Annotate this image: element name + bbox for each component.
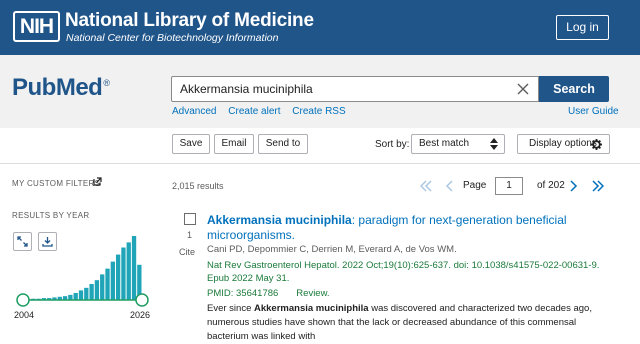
custom-filters-label[interactable]: MY CUSTOM FILTERS	[12, 179, 100, 188]
year-bar[interactable]	[115, 254, 121, 300]
result-pmid-line: PMID: 35641786 Review.	[207, 288, 330, 299]
sort-by-label: Sort by:	[375, 139, 410, 150]
result-title-link[interactable]: Akkermansia muciniphila: paradigm for ne…	[207, 213, 607, 243]
result-checkbox[interactable]	[184, 213, 196, 225]
search-band: PubMed® Search Advanced Create alert Cre…	[0, 55, 640, 128]
year-bar[interactable]	[105, 268, 110, 300]
display-options-label: Display options	[529, 138, 597, 149]
last-page-icon[interactable]	[592, 180, 604, 192]
year-bar[interactable]	[84, 287, 89, 300]
divider	[0, 163, 640, 164]
external-link-icon[interactable]	[93, 177, 102, 186]
snippet-highlight: Akkermansia muciniphila	[254, 303, 369, 314]
page-total: of 202	[537, 180, 565, 191]
login-button[interactable]: Log in	[556, 15, 609, 40]
ncbi-subtitle: National Center for Biotechnology Inform…	[66, 32, 279, 44]
result-snippet: Ever since Akkermansia muciniphila was d…	[207, 302, 617, 344]
result-authors: Cani PD, Depommier C, Derrien M, Everard…	[207, 244, 457, 255]
results-by-year-chart[interactable]	[12, 228, 152, 310]
next-page-icon[interactable]	[569, 180, 578, 192]
sort-arrows-icon	[490, 138, 498, 150]
year-bar[interactable]	[121, 247, 126, 300]
search-box	[171, 76, 539, 102]
nih-header: NIH National Library of Medicine Nationa…	[0, 0, 640, 55]
first-page-icon[interactable]	[420, 180, 432, 192]
year-bar[interactable]	[78, 290, 84, 300]
send-to-button[interactable]: Send to	[258, 134, 308, 154]
year-bar[interactable]	[73, 292, 78, 300]
year-start-label: 2004	[14, 310, 35, 320]
year-end-label: 2026	[130, 310, 151, 320]
page-number-input[interactable]: 1	[495, 177, 523, 195]
publication-type: Review.	[296, 288, 330, 299]
create-alert-link[interactable]: Create alert	[228, 106, 280, 117]
result-title-highlight: Akkermansia muciniphila	[207, 213, 352, 227]
year-bar[interactable]	[68, 294, 73, 300]
clear-icon[interactable]	[516, 82, 530, 96]
pubmed-logo[interactable]: PubMed®	[12, 74, 110, 102]
sort-value: Best match	[419, 138, 470, 149]
snippet-pre: Ever since	[207, 303, 254, 314]
year-bar[interactable]	[89, 284, 94, 300]
pubmed-logo-text: PubMed	[12, 74, 103, 101]
result-citation: Nat Rev Gastroenterol Hepatol. 2022 Oct;…	[207, 260, 600, 284]
create-rss-link[interactable]: Create RSS	[292, 106, 345, 117]
search-input[interactable]	[180, 77, 510, 101]
email-button[interactable]: Email	[214, 134, 254, 154]
year-bar[interactable]	[110, 261, 115, 300]
gear-icon	[591, 139, 602, 150]
nih-logo[interactable]: NIH	[13, 11, 60, 42]
year-start-handle[interactable]	[16, 293, 30, 307]
result-number: 1	[187, 230, 193, 240]
year-bar[interactable]	[94, 280, 100, 300]
page-label: Page	[463, 180, 487, 191]
advanced-link[interactable]: Advanced	[172, 106, 216, 117]
result-pmid: PMID: 35641786	[207, 288, 279, 299]
user-guide-link[interactable]: User Guide	[568, 106, 619, 117]
nlm-title[interactable]: National Library of Medicine	[65, 10, 314, 32]
previous-page-icon[interactable]	[445, 180, 454, 192]
display-options-button[interactable]: Display options	[517, 134, 610, 154]
search-links: Advanced Create alert Create RSS	[172, 106, 355, 117]
sort-select[interactable]: Best match	[411, 134, 505, 154]
year-bar[interactable]	[100, 274, 105, 300]
results-by-year-label: RESULTS BY YEAR	[12, 211, 90, 220]
year-bar[interactable]	[126, 242, 131, 300]
year-end-handle[interactable]	[135, 293, 149, 307]
save-button[interactable]: Save	[172, 134, 210, 154]
registered-mark: ®	[103, 78, 110, 88]
results-count: 2,015 results	[172, 181, 224, 191]
cite-button[interactable]: Cite	[179, 247, 195, 257]
year-bar[interactable]	[131, 236, 137, 300]
search-button[interactable]: Search	[539, 76, 609, 102]
